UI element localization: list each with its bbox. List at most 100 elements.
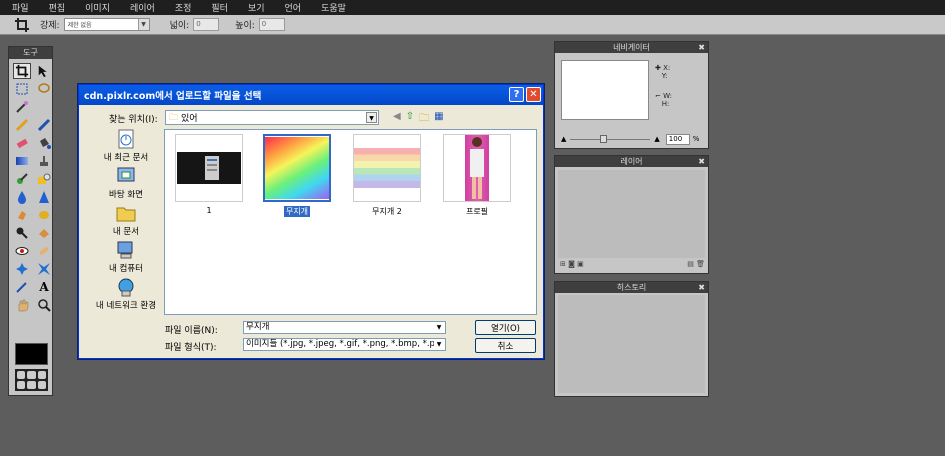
chevron-down-icon[interactable]: ▼ <box>434 322 444 333</box>
file-list[interactable]: 1 무지개 무지개 2 프로필 <box>164 129 537 315</box>
file-item-selected[interactable]: 무지개 <box>263 134 331 217</box>
dialog-titlebar[interactable]: cdn.pixlr.com에서 업로드할 파일을 선택 ? ✕ <box>79 85 543 105</box>
lookin-select[interactable]: 🗀 있어 ▼ <box>165 110 379 125</box>
zoom-slider-thumb[interactable] <box>599 134 607 143</box>
options-bar: 강제: 제한 없음 ▼ 넓이: 0 높이: 0 <box>0 15 945 35</box>
history-title: 히스토리 <box>616 283 647 292</box>
constrain-select[interactable]: 제한 없음 ▼ <box>63 18 150 31</box>
drawing-tool-icon[interactable] <box>35 171 53 187</box>
close-icon[interactable]: ✖ <box>698 42 705 53</box>
text-tool-icon[interactable]: A <box>35 279 53 295</box>
close-icon[interactable]: ✖ <box>698 156 705 167</box>
file-item[interactable]: 무지개 2 <box>353 134 421 217</box>
menu-view[interactable]: 보기 <box>248 1 265 14</box>
help-button[interactable]: ? <box>509 87 524 102</box>
new-layer-icon[interactable]: ▤ <box>687 260 694 268</box>
crop-icon <box>15 17 29 32</box>
zoom-in-icon[interactable]: ▲ <box>654 135 659 143</box>
file-name: 1 <box>206 206 212 215</box>
close-icon[interactable]: ✖ <box>698 282 705 293</box>
cancel-button[interactable]: 취소 <box>475 338 536 353</box>
file-item[interactable]: 1 <box>175 134 243 215</box>
menu-help[interactable]: 도움말 <box>321 1 346 14</box>
marquee-tool-icon[interactable] <box>13 81 31 97</box>
pinch-tool-icon[interactable] <box>35 261 53 277</box>
sharpen-tool-icon[interactable] <box>35 189 53 205</box>
stamp-tool-icon[interactable] <box>35 153 53 169</box>
recent-docs-icon <box>116 129 136 149</box>
zoom-slider[interactable] <box>570 134 651 143</box>
menu-image[interactable]: 이미지 <box>85 1 110 14</box>
burn-tool-icon[interactable] <box>35 225 53 241</box>
layer-settings-icon[interactable]: ⊞ <box>560 260 566 268</box>
navigator-preview[interactable] <box>561 60 649 120</box>
back-icon[interactable]: ◀ <box>393 111 401 128</box>
lasso-tool-icon[interactable] <box>35 81 53 97</box>
move-tool-icon[interactable] <box>35 63 53 79</box>
place-documents[interactable]: 내 문서 <box>85 203 167 240</box>
file-thumbnail <box>263 134 331 202</box>
zoom-out-icon[interactable]: ▲ <box>561 135 566 143</box>
filetype-value: 이미지들 (*.jpg, *.jpeg, *.gif, *.png, *.bmp… <box>246 339 435 349</box>
bucket-tool-icon[interactable] <box>35 135 53 151</box>
place-computer[interactable]: 내 컴퓨터 <box>85 240 167 277</box>
pencil-tool-icon[interactable] <box>13 117 31 133</box>
my-documents-icon <box>116 203 136 223</box>
blur-tool-icon[interactable] <box>13 189 31 205</box>
height-input[interactable]: 0 <box>258 18 285 31</box>
open-button[interactable]: 열기(O) <box>475 320 536 335</box>
close-button[interactable]: ✕ <box>526 87 541 102</box>
file-item[interactable]: 프로필 <box>443 134 511 217</box>
spot-heal-tool-icon[interactable] <box>35 243 53 259</box>
sponge-tool-icon[interactable] <box>35 207 53 223</box>
filetype-select[interactable]: 이미지들 (*.jpg, *.jpeg, *.gif, *.png, *.bmp… <box>243 338 446 351</box>
layer-style-icon[interactable]: ▣ <box>577 260 584 268</box>
wand-tool-icon[interactable] <box>13 99 31 115</box>
menu-filter[interactable]: 필터 <box>211 1 228 14</box>
view-menu-icon[interactable]: ▦ <box>434 111 443 128</box>
brush-tool-icon[interactable] <box>35 117 53 133</box>
file-thumbnail <box>175 134 243 202</box>
color-swatch[interactable] <box>15 343 48 365</box>
gradient-tool-icon[interactable] <box>13 153 31 169</box>
navigator-xy: ✚ X: Y: <box>655 64 671 80</box>
filename-value: 무지개 <box>246 322 270 332</box>
menu-edit[interactable]: 편집 <box>49 1 66 14</box>
hand-tool-icon[interactable] <box>13 297 31 313</box>
bloat-tool-icon[interactable] <box>13 261 31 277</box>
place-label: 내 문서 <box>112 227 140 237</box>
zoom-tool-icon[interactable] <box>35 297 53 313</box>
smudge-tool-icon[interactable] <box>13 207 31 223</box>
menu-file[interactable]: 파일 <box>12 1 29 14</box>
dodge-tool-icon[interactable] <box>13 225 31 241</box>
place-recent[interactable]: 내 최근 문서 <box>85 129 167 166</box>
colorreplace-tool-icon[interactable] <box>13 171 31 187</box>
new-folder-icon[interactable]: 🗀 <box>419 111 429 128</box>
w-label: W: <box>663 92 672 100</box>
menu-layer[interactable]: 레이어 <box>130 1 155 14</box>
y-label: Y: <box>661 72 668 80</box>
place-desktop[interactable]: 바탕 화면 <box>85 166 167 203</box>
layers-list[interactable] <box>558 170 705 258</box>
eraser-tool-icon[interactable] <box>13 135 31 151</box>
desktop-icon <box>116 166 136 186</box>
history-list[interactable] <box>558 295 705 393</box>
crop-tool-icon[interactable] <box>13 63 31 79</box>
zoom-input[interactable]: 100 <box>665 133 690 145</box>
height-label: 높이: <box>235 21 255 31</box>
layer-mask-icon[interactable]: ◙ <box>568 260 575 268</box>
chevron-down-icon[interactable]: ▼ <box>434 339 444 350</box>
folder-icon: 🗀 <box>169 112 179 123</box>
extra-tools-icon[interactable] <box>15 369 48 391</box>
width-input[interactable]: 0 <box>193 18 220 31</box>
menu-adjust[interactable]: 조정 <box>175 1 192 14</box>
place-label: 내 네트워크 환경 <box>95 301 157 311</box>
filename-input[interactable]: 무지개 ▼ <box>243 321 446 334</box>
redeye-tool-icon[interactable] <box>13 243 31 259</box>
menu-language[interactable]: 언어 <box>285 1 302 14</box>
place-network[interactable]: 내 네트워크 환경 <box>85 277 167 314</box>
place-label: 내 최근 문서 <box>103 153 149 163</box>
picker-tool-icon[interactable] <box>13 279 31 295</box>
up-folder-icon[interactable]: ⇧ <box>406 111 414 128</box>
delete-layer-icon[interactable]: 🗑 <box>696 260 705 268</box>
